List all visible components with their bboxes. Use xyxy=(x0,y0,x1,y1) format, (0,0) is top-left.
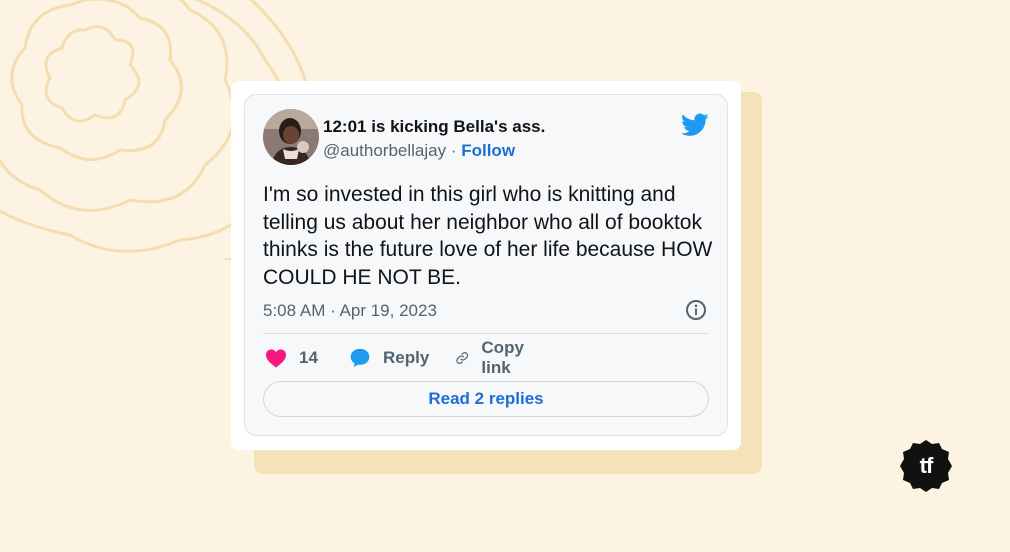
follow-link[interactable]: Follow xyxy=(461,141,515,160)
tf-logo-text: tf xyxy=(919,453,934,478)
link-icon xyxy=(456,352,469,364)
handle-line: @authorbellajay · Follow xyxy=(323,141,515,161)
handle[interactable]: @authorbellajay xyxy=(323,141,446,160)
info-icon[interactable] xyxy=(685,299,707,321)
copy-link-label: Copy link xyxy=(481,338,524,377)
copy-link-button[interactable]: Copy link xyxy=(455,338,532,377)
like-count: 14 xyxy=(299,348,318,367)
twitter-bird-icon[interactable] xyxy=(681,113,709,137)
like-button[interactable]: 14 xyxy=(265,345,318,371)
reply-label: Reply xyxy=(383,348,430,367)
divider xyxy=(263,333,709,334)
tweet-timestamp[interactable]: 5:08 AM · Apr 19, 2023 xyxy=(263,301,437,321)
tweet-text: I'm so invested in this girl who is knit… xyxy=(263,183,713,289)
embedded-tweet: 12:01 is kicking Bella's ass. @authorbel… xyxy=(244,94,728,436)
heart-icon xyxy=(266,349,286,368)
separator: · xyxy=(446,141,462,160)
read-replies-button[interactable]: Read 2 replies xyxy=(263,381,709,417)
avatar[interactable] xyxy=(263,109,319,165)
reply-button[interactable]: Reply xyxy=(349,345,429,371)
reply-bubble-icon xyxy=(350,348,370,367)
display-name[interactable]: 12:01 is kicking Bella's ass. xyxy=(323,117,545,137)
